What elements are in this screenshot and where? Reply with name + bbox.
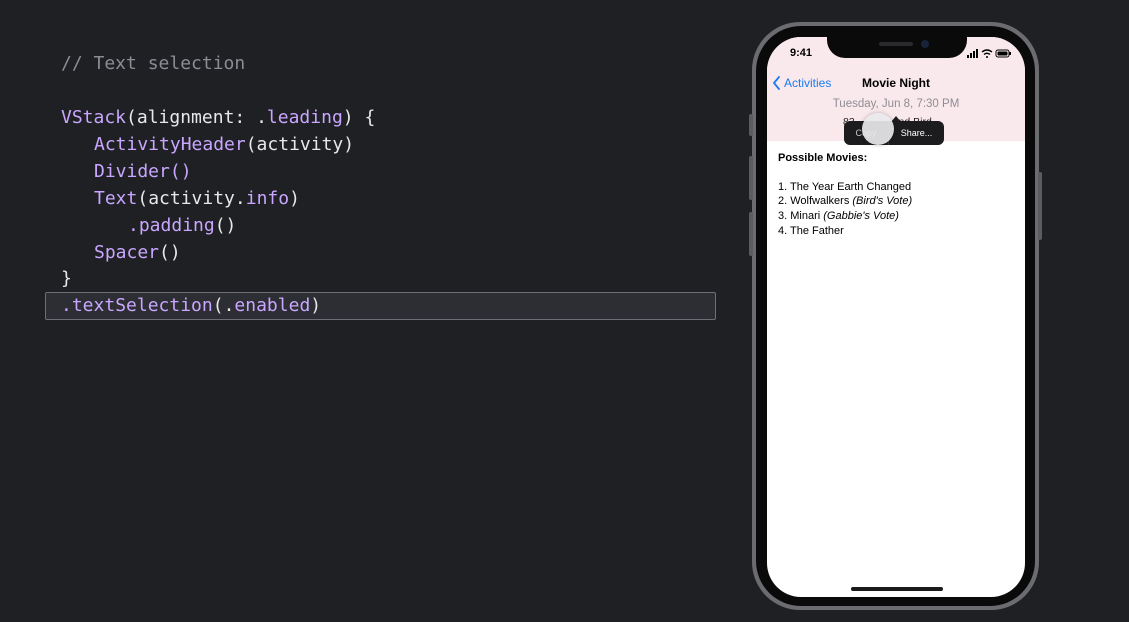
code-line-modifier: .textSelection(.enabled) [61,292,321,319]
code-text: Text [94,188,138,209]
code-info: info [245,188,290,209]
code-line-divider: Divider() [94,158,192,185]
signal-icon [967,49,978,58]
code-line-padding: .padding() [128,212,236,239]
code-modifier-close: ) [310,295,322,316]
movie-item-text: 1. The Year Earth Changed [778,181,912,193]
code-spacer-args: () [159,242,181,263]
code-line-vstack: VStack(alignment: .leading) { [61,104,375,131]
code-divider-args: () [169,161,192,182]
movie-item-text: 4. The Father [778,225,844,237]
mute-switch [749,114,753,136]
status-icons [967,49,1011,58]
battery-icon [995,49,1011,58]
code-vstack-args: (alignment: . [126,107,267,128]
movie-item-3[interactable]: 3. Minari (Gabbie's Vote) [778,210,899,222]
movie-item-text: 2. Wolfwalkers [778,195,853,207]
share-menu-item[interactable]: Share... [889,128,944,138]
code-header-args: (activity) [245,134,355,155]
code-padding-dot: . [128,215,139,236]
code-line-text: Text(activity.info) [94,185,300,212]
movies-heading[interactable]: Possible Movies: [778,152,867,164]
code-padding: padding [138,215,215,236]
camera-icon [921,40,929,48]
code-activity-header: ActivityHeader [94,134,246,155]
phone-screen: 9:41 Activities Movie Night Tuesday, Jun… [767,37,1025,597]
code-vstack-close: ) { [342,107,376,128]
edit-menu: Copy Share... [844,121,944,145]
code-enabled: enabled [234,295,311,316]
movie-item-2[interactable]: 2. Wolfwalkers (Bird's Vote) [778,195,912,207]
nav-title: Movie Night [862,76,930,90]
touch-indicator [862,113,894,145]
wifi-icon [981,49,993,58]
volume-up-button [749,156,753,200]
code-brace-close: } [61,268,72,289]
code-vstack: VStack [61,107,127,128]
home-indicator[interactable] [851,587,943,591]
code-comment: // Text selection [61,53,246,74]
movie-item-note: (Bird's Vote) [852,195,913,207]
power-button [1038,172,1042,240]
code-modifier-dot: . [61,295,72,316]
movie-item-4[interactable]: 4. The Father [778,225,844,237]
movie-item-1[interactable]: 1. The Year Earth Changed [778,181,911,193]
activity-date: Tuesday, Jun 8, 7:30 PM [832,98,960,110]
speaker-grille [879,42,913,46]
code-padding-args: () [214,215,237,236]
status-time: 9:41 [790,47,813,59]
code-divider: Divider [94,161,170,182]
code-text-selection: textSelection [71,295,213,316]
code-spacer: Spacer [94,242,160,263]
code-leading: leading [266,107,343,128]
code-editor: // Text selection VStack(alignment: .lea… [0,0,740,622]
movie-item-text: 3. Minari [778,210,824,222]
code-modifier-open: (. [212,295,235,316]
code-line-spacer: Spacer() [94,239,181,266]
code-text-args-open: (activity. [137,188,246,209]
movie-item-note: (Gabbie's Vote) [823,210,899,222]
code-line-header: ActivityHeader(activity) [94,131,354,158]
code-text-args-close: ) [289,188,300,209]
volume-down-button [749,212,753,256]
